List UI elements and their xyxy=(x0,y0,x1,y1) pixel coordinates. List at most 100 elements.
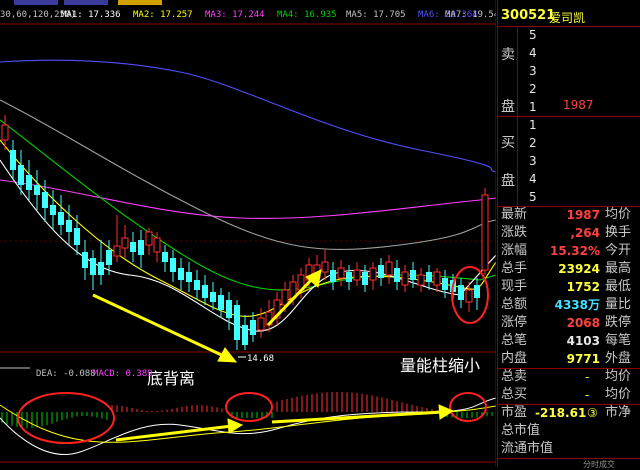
candle[interactable] xyxy=(178,268,184,280)
candle[interactable] xyxy=(74,228,80,245)
candle[interactable] xyxy=(346,272,352,282)
candle[interactable] xyxy=(442,278,448,290)
stat-label: 总额 xyxy=(501,297,528,312)
candle[interactable] xyxy=(465,289,473,303)
total-sell-right: 均价 xyxy=(605,369,632,384)
candle[interactable] xyxy=(362,272,368,285)
candle[interactable] xyxy=(321,261,329,273)
tab-3[interactable] xyxy=(118,0,162,5)
stat-value: 1752 xyxy=(566,280,600,294)
candle[interactable] xyxy=(401,271,409,286)
stat-row: 涨跌 ,264 换手 xyxy=(497,224,640,242)
trade-detail-tab[interactable]: 分时成交 xyxy=(583,459,615,470)
candle[interactable] xyxy=(369,267,377,281)
candle[interactable] xyxy=(186,272,192,282)
buy-label-top: 买 xyxy=(501,135,515,151)
pe-right: 市净 xyxy=(605,405,632,420)
candle[interactable] xyxy=(481,194,489,271)
macd-info-bar: DEA: -0.088 MACD: 0.389 xyxy=(36,369,153,379)
kline-chart[interactable]: 30,60,120,250) MA1: 17.336 MA2: 17.257 M… xyxy=(0,0,496,467)
total-sell-value: - xyxy=(585,370,590,384)
stat-right-label: 最低 xyxy=(605,279,632,294)
candle[interactable] xyxy=(474,285,480,298)
pe-label: 市盈 xyxy=(501,405,528,420)
macd-label: MACD: 0.389 xyxy=(93,369,153,379)
candle[interactable] xyxy=(1,124,9,141)
candle[interactable] xyxy=(42,192,48,208)
buy-level-5: 5 xyxy=(529,190,537,204)
candle[interactable] xyxy=(226,300,232,318)
stat-label: 现手 xyxy=(501,279,528,294)
highlight-circle-macd-right xyxy=(449,392,487,422)
float-mcap-row: 流通市值 xyxy=(497,440,640,458)
candle[interactable] xyxy=(218,295,224,310)
stat-row: 总笔 4103 每笔 xyxy=(497,332,640,350)
macd-arrow-2-shaft xyxy=(271,410,444,424)
candle[interactable] xyxy=(210,292,216,302)
pe-mark: ③ xyxy=(587,406,598,420)
candle[interactable] xyxy=(145,231,153,246)
candle[interactable] xyxy=(242,325,248,345)
candle[interactable] xyxy=(234,305,240,340)
candle[interactable] xyxy=(250,320,256,335)
candle[interactable] xyxy=(138,240,144,255)
candle[interactable] xyxy=(353,269,361,281)
stat-right-label: 均价 xyxy=(605,207,632,222)
candle[interactable] xyxy=(394,268,400,282)
candle[interactable] xyxy=(34,185,40,195)
candle[interactable] xyxy=(82,252,88,268)
candle[interactable] xyxy=(18,165,24,185)
candle[interactable] xyxy=(281,289,289,306)
candle[interactable] xyxy=(330,270,336,282)
candle[interactable] xyxy=(417,274,425,286)
dea-label: DEA: -0.088 xyxy=(36,369,96,379)
quote-panel: 300521 爱司凯 卖 盘 5 4 3 2 1 1987 买 盘 1 2 3 4 5 最新 19… xyxy=(497,0,640,470)
tab-2[interactable] xyxy=(64,0,108,5)
macd-lines xyxy=(0,397,496,455)
candle[interactable] xyxy=(121,237,129,249)
tab-1[interactable] xyxy=(14,0,58,5)
candle[interactable] xyxy=(378,265,384,278)
pe-value: -218.61 xyxy=(535,406,587,420)
stock-name: 爱司凯 xyxy=(549,11,586,25)
candle[interactable] xyxy=(410,270,416,280)
stat-value: ,264 xyxy=(570,226,600,240)
stat-row: 现手 1752 最低 xyxy=(497,278,640,296)
candle[interactable] xyxy=(170,258,176,272)
candle[interactable] xyxy=(202,285,208,298)
stat-right-label: 外盘 xyxy=(605,351,632,366)
down-trend-arrow-head xyxy=(217,347,238,363)
candle[interactable] xyxy=(50,205,56,215)
stat-right-label: 每笔 xyxy=(605,333,632,348)
candle[interactable] xyxy=(66,220,72,232)
candle[interactable] xyxy=(130,242,136,252)
ma-white-line xyxy=(0,159,496,332)
sell-level-4: 4 xyxy=(529,46,537,60)
candle[interactable] xyxy=(337,267,345,279)
candle[interactable] xyxy=(106,250,112,265)
stat-value: 4103 xyxy=(566,334,600,348)
candle[interactable] xyxy=(90,258,96,275)
stat-value: 1987 xyxy=(566,208,600,222)
candle[interactable] xyxy=(458,285,464,300)
sell-level-1: 1 xyxy=(529,100,537,114)
candlesticks[interactable] xyxy=(1,115,489,350)
kline-svg[interactable]: 30,60,120,250) MA1: 17.336 MA2: 17.257 M… xyxy=(0,0,496,467)
total-buy-row: 总买 - 均价 xyxy=(497,386,640,404)
buy-level-2: 2 xyxy=(529,136,537,150)
candle[interactable] xyxy=(162,252,168,262)
ma-green-line xyxy=(0,119,496,291)
candle[interactable] xyxy=(426,272,432,282)
candle[interactable] xyxy=(58,212,64,225)
candle[interactable] xyxy=(257,317,265,331)
candle[interactable] xyxy=(98,262,104,275)
candle[interactable] xyxy=(433,271,441,286)
candle[interactable] xyxy=(153,237,161,253)
candle[interactable] xyxy=(194,280,200,290)
candle[interactable] xyxy=(26,175,32,190)
ma-gray-line xyxy=(0,99,496,250)
candle[interactable] xyxy=(385,261,393,276)
sell-label-bottom: 盘 xyxy=(501,99,515,115)
candle[interactable] xyxy=(113,245,121,257)
candle[interactable] xyxy=(10,150,16,170)
